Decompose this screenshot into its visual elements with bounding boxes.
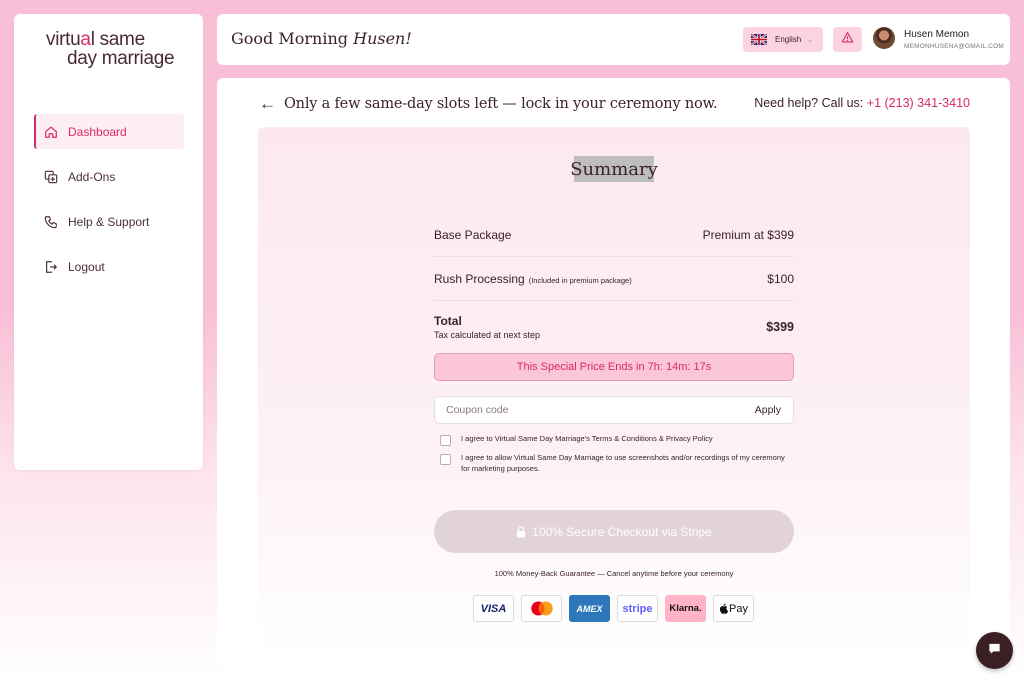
greeting-name: Husen! <box>353 29 412 48</box>
stripe-icon: stripe <box>617 595 658 622</box>
coupon-box: Apply <box>434 396 794 424</box>
sidebar-item-add-ons[interactable]: Add-Ons <box>34 159 184 194</box>
chat-icon <box>987 641 1002 661</box>
brand-line1: virtual same <box>46 29 145 50</box>
main-content: ← Only a few same-day slots left — lock … <box>217 78 1010 666</box>
marketing-text: I agree to allow Virtual Same Day Marria… <box>461 453 785 473</box>
help-label: Need help? Call us: <box>754 96 864 110</box>
home-icon <box>44 125 58 139</box>
row-note: (Included in premium package) <box>528 275 632 285</box>
brand-logo[interactable]: virtual same day marriage <box>46 29 175 69</box>
marketing-checkbox[interactable] <box>440 454 451 465</box>
sidebar-item-label: Dashboard <box>68 124 127 139</box>
logout-icon <box>44 260 58 274</box>
avatar[interactable] <box>873 27 895 49</box>
brand-line2: day marriage <box>67 48 175 69</box>
sidebar-item-dashboard[interactable]: Dashboard <box>34 114 184 149</box>
terms-text: I agree to Virtual Same Day Marriage's T… <box>461 434 713 443</box>
row-value: Premium at $399 <box>702 227 794 242</box>
language-label: English <box>775 35 802 44</box>
mastercard-icon <box>521 595 562 622</box>
user-name: Husen Memon <box>904 29 970 40</box>
guarantee-text: 100% Money-Back Guarantee — Cancel anyti… <box>494 569 734 578</box>
chat-button[interactable] <box>976 632 1013 669</box>
total-value: $399 <box>766 320 794 334</box>
top-bar: Good Morning Husen! English ⌄ Husen Memo… <box>217 14 1010 65</box>
lock-icon <box>516 525 526 538</box>
agreements: I agree to Virtual Same Day Marriage's T… <box>440 433 790 480</box>
summary-total-row: Total Tax calculated at next step $399 <box>434 301 794 353</box>
help-phone-link[interactable]: +1 (213) 341-3410 <box>867 96 970 110</box>
payment-methods: VISA AMEX stripe Klarna. Pay <box>473 595 761 622</box>
add-ons-icon <box>44 170 58 184</box>
agreement-marketing: I agree to allow Virtual Same Day Marria… <box>440 452 790 474</box>
special-price-banner: This Special Price Ends in 7h: 14m: 17s <box>434 353 794 381</box>
visa-icon: VISA <box>473 595 514 622</box>
sidebar: virtual same day marriage Dashboard Add-… <box>14 14 203 470</box>
chevron-down-icon: ⌄ <box>807 36 814 44</box>
sidebar-item-label: Add-Ons <box>68 169 116 184</box>
help-line: Need help? Call us: +1 (213) 341-3410 <box>754 96 970 110</box>
language-selector[interactable]: English ⌄ <box>743 27 823 52</box>
apple-pay-label: Pay <box>729 602 748 615</box>
row-value: $100 <box>767 271 794 286</box>
summary-row-base-package: Base Package Premium at $399 <box>434 213 794 257</box>
summary-title: Summary <box>570 156 658 182</box>
terms-checkbox[interactable] <box>440 435 451 446</box>
coupon-input[interactable] <box>435 397 755 423</box>
summary-panel: Summary Base Package Premium at $399 Rus… <box>258 127 970 657</box>
slots-message: Only a few same-day slots left — lock in… <box>284 96 718 112</box>
apple-pay-icon: Pay <box>713 595 754 622</box>
warning-icon <box>841 31 854 49</box>
amex-icon: AMEX <box>569 595 610 622</box>
row-label: Rush Processing (Included in premium pack… <box>434 271 632 286</box>
secure-checkout-button[interactable]: 100% Secure Checkout via Stripe <box>434 510 794 553</box>
klarna-icon: Klarna. <box>665 595 706 622</box>
sidebar-nav: Dashboard Add-Ons Help & Support Logout <box>34 114 184 294</box>
sidebar-item-help-support[interactable]: Help & Support <box>34 204 184 239</box>
back-arrow-icon[interactable]: ← <box>259 94 276 114</box>
greeting-text: Good Morning <box>231 29 349 48</box>
summary-row-rush-processing: Rush Processing (Included in premium pack… <box>434 257 794 301</box>
summary-rows: Base Package Premium at $399 Rush Proces… <box>434 213 794 353</box>
greeting: Good Morning Husen! <box>231 29 412 48</box>
row-label: Base Package <box>434 227 512 242</box>
agreement-terms: I agree to Virtual Same Day Marriage's T… <box>440 433 790 446</box>
total-label: Total <box>434 314 462 328</box>
uk-flag-icon <box>750 33 768 46</box>
apply-coupon-button[interactable]: Apply <box>755 404 793 416</box>
sidebar-item-label: Logout <box>68 259 105 274</box>
total-sub: Tax calculated at next step <box>434 330 541 340</box>
sidebar-item-logout[interactable]: Logout <box>34 249 184 284</box>
sidebar-item-label: Help & Support <box>68 214 150 229</box>
checkout-label: 100% Secure Checkout via Stripe <box>532 524 712 539</box>
back-row: ← Only a few same-day slots left — lock … <box>259 94 718 114</box>
alert-button[interactable] <box>833 27 862 52</box>
phone-icon <box>44 215 58 229</box>
user-email: MEMONHUSENA@GMAIL.COM <box>904 43 1004 50</box>
